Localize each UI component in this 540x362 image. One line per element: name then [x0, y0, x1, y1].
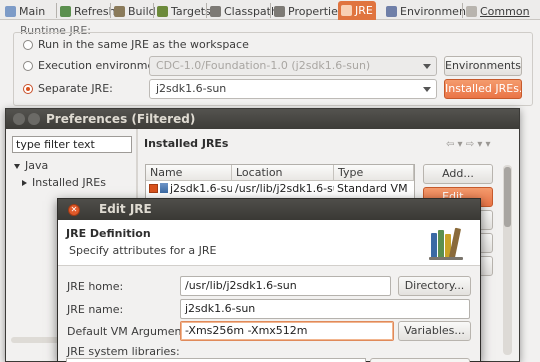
tab-targets-label: Targets: [171, 4, 211, 18]
targets-icon: [157, 5, 168, 17]
tab-targets[interactable]: Targets: [154, 2, 214, 20]
preferences-scrollbar[interactable]: [503, 165, 512, 355]
jre-home-input[interactable]: /usr/lib/j2sdk1.6-sun: [180, 276, 391, 296]
tab-build[interactable]: Build: [111, 2, 159, 20]
column-header-name[interactable]: Name: [146, 165, 232, 181]
execution-env-value: CDC-1.0/Foundation-1.0 (j2sdk1.6-sun): [156, 59, 371, 72]
page-title: Installed JREs: [144, 137, 229, 150]
dialog-banner: JRE Definition Specify attributes for a …: [58, 220, 480, 266]
separate-jre-radio[interactable]: [23, 84, 33, 94]
tab-main[interactable]: Main: [2, 2, 48, 20]
tree-item-java-label: Java: [25, 159, 49, 172]
jre-home-label: JRE home:: [67, 280, 124, 293]
classpath-icon: [210, 5, 221, 17]
tab-common-label: Common: [480, 4, 530, 18]
table-row[interactable]: j2sdk1.6-sun /usr/lib/j2sdk1.6-sun Stand…: [146, 181, 414, 198]
minimize-icon[interactable]: [28, 113, 40, 125]
system-libraries-label: JRE system libraries:: [67, 345, 180, 358]
separate-jre-value: j2sdk1.6-sun: [156, 82, 227, 95]
add-external-jars-button[interactable]: [370, 358, 470, 362]
column-header-location[interactable]: Location: [232, 165, 334, 181]
execution-env-radio[interactable]: [23, 61, 33, 71]
environment-icon: [386, 5, 397, 17]
properties-icon: [274, 5, 285, 17]
jre-name-label: JRE name:: [67, 303, 124, 316]
vm-arguments-input[interactable]: -Xms256m -Xmx512m: [180, 321, 394, 341]
environments-button[interactable]: Environments...: [444, 56, 522, 76]
jre-type-cell: Standard VM: [337, 182, 408, 195]
tab-build-label: Build: [128, 4, 156, 18]
banner-heading: JRE Definition: [66, 227, 151, 240]
chevron-down-icon: [423, 64, 431, 69]
tab-environment-label: Environment: [400, 4, 471, 18]
system-libraries-list[interactable]: [66, 358, 366, 362]
jre-name-input[interactable]: j2sdk1.6-sun: [180, 299, 470, 319]
add-button[interactable]: Add...: [423, 164, 493, 184]
workspace-jre-radio[interactable]: [23, 40, 33, 50]
refresh-icon: [60, 5, 71, 17]
edit-jre-titlebar: ✕ Edit JRE: [58, 199, 480, 220]
filter-input[interactable]: type filter text: [12, 136, 132, 153]
jre-name-cell: j2sdk1.6-sun: [146, 181, 232, 198]
expand-arrow-icon: [14, 163, 20, 169]
variables-button[interactable]: Variables...: [398, 321, 471, 341]
tab-properties[interactable]: Properties: [271, 2, 347, 20]
jre-location-cell: /usr/lib/j2sdk1.6-sun: [235, 182, 334, 195]
edit-jre-dialog: ✕ Edit JRE JRE Definition Specify attrib…: [57, 198, 481, 362]
main-icon: [5, 5, 16, 17]
collapse-arrow-icon: [22, 180, 27, 186]
banner-description: Specify attributes for a JRE: [69, 244, 217, 257]
jre-icon: [341, 5, 352, 16]
tab-environment[interactable]: Environment: [383, 2, 473, 20]
workspace-jre-label: Run in the same JRE as the workspace: [38, 38, 249, 51]
tree-item-installed-jres-label: Installed JREs: [32, 176, 106, 189]
tab-common[interactable]: Common: [463, 2, 533, 20]
tab-jre[interactable]: JRE: [338, 1, 376, 20]
tab-properties-label: Properties: [288, 4, 344, 18]
jre-name-value: j2sdk1.6-sun: [170, 182, 232, 195]
tree-item-java[interactable]: Java: [14, 159, 48, 172]
vm-arguments-label: Default VM Arguments:: [67, 325, 196, 338]
preferences-title: Preferences (Filtered): [46, 112, 196, 126]
chevron-down-icon: [423, 87, 431, 92]
column-header-type[interactable]: Type: [334, 165, 414, 181]
common-icon: [466, 5, 477, 17]
tab-jre-label: JRE: [355, 4, 373, 17]
tree-item-installed-jres[interactable]: Installed JREs: [22, 176, 131, 192]
execution-env-combo[interactable]: CDC-1.0/Foundation-1.0 (j2sdk1.6-sun): [149, 56, 437, 76]
navigation-arrows[interactable]: ⇦ ▾ ⇨ ▾ ▾: [446, 139, 491, 150]
launch-config-tabs: Main Refresh Build Targets Classpath Pro…: [0, 0, 540, 20]
installed-jres-button[interactable]: Installed JREs...: [444, 79, 522, 99]
separate-jre-combo[interactable]: j2sdk1.6-sun: [149, 79, 437, 99]
close-icon[interactable]: [13, 113, 25, 125]
jre-library-icon: [160, 183, 168, 193]
close-icon[interactable]: ✕: [68, 204, 80, 216]
edit-jre-title: Edit JRE: [99, 202, 152, 216]
checkbox-checked-icon[interactable]: [149, 184, 158, 193]
library-books-icon: [429, 227, 463, 260]
scrollbar-thumb[interactable]: [504, 167, 511, 227]
directory-button[interactable]: Directory...: [398, 276, 471, 296]
build-icon: [114, 5, 125, 17]
preferences-titlebar: Preferences (Filtered): [6, 109, 519, 129]
separate-jre-label: Separate JRE:: [38, 82, 113, 95]
tab-main-label: Main: [19, 4, 46, 18]
